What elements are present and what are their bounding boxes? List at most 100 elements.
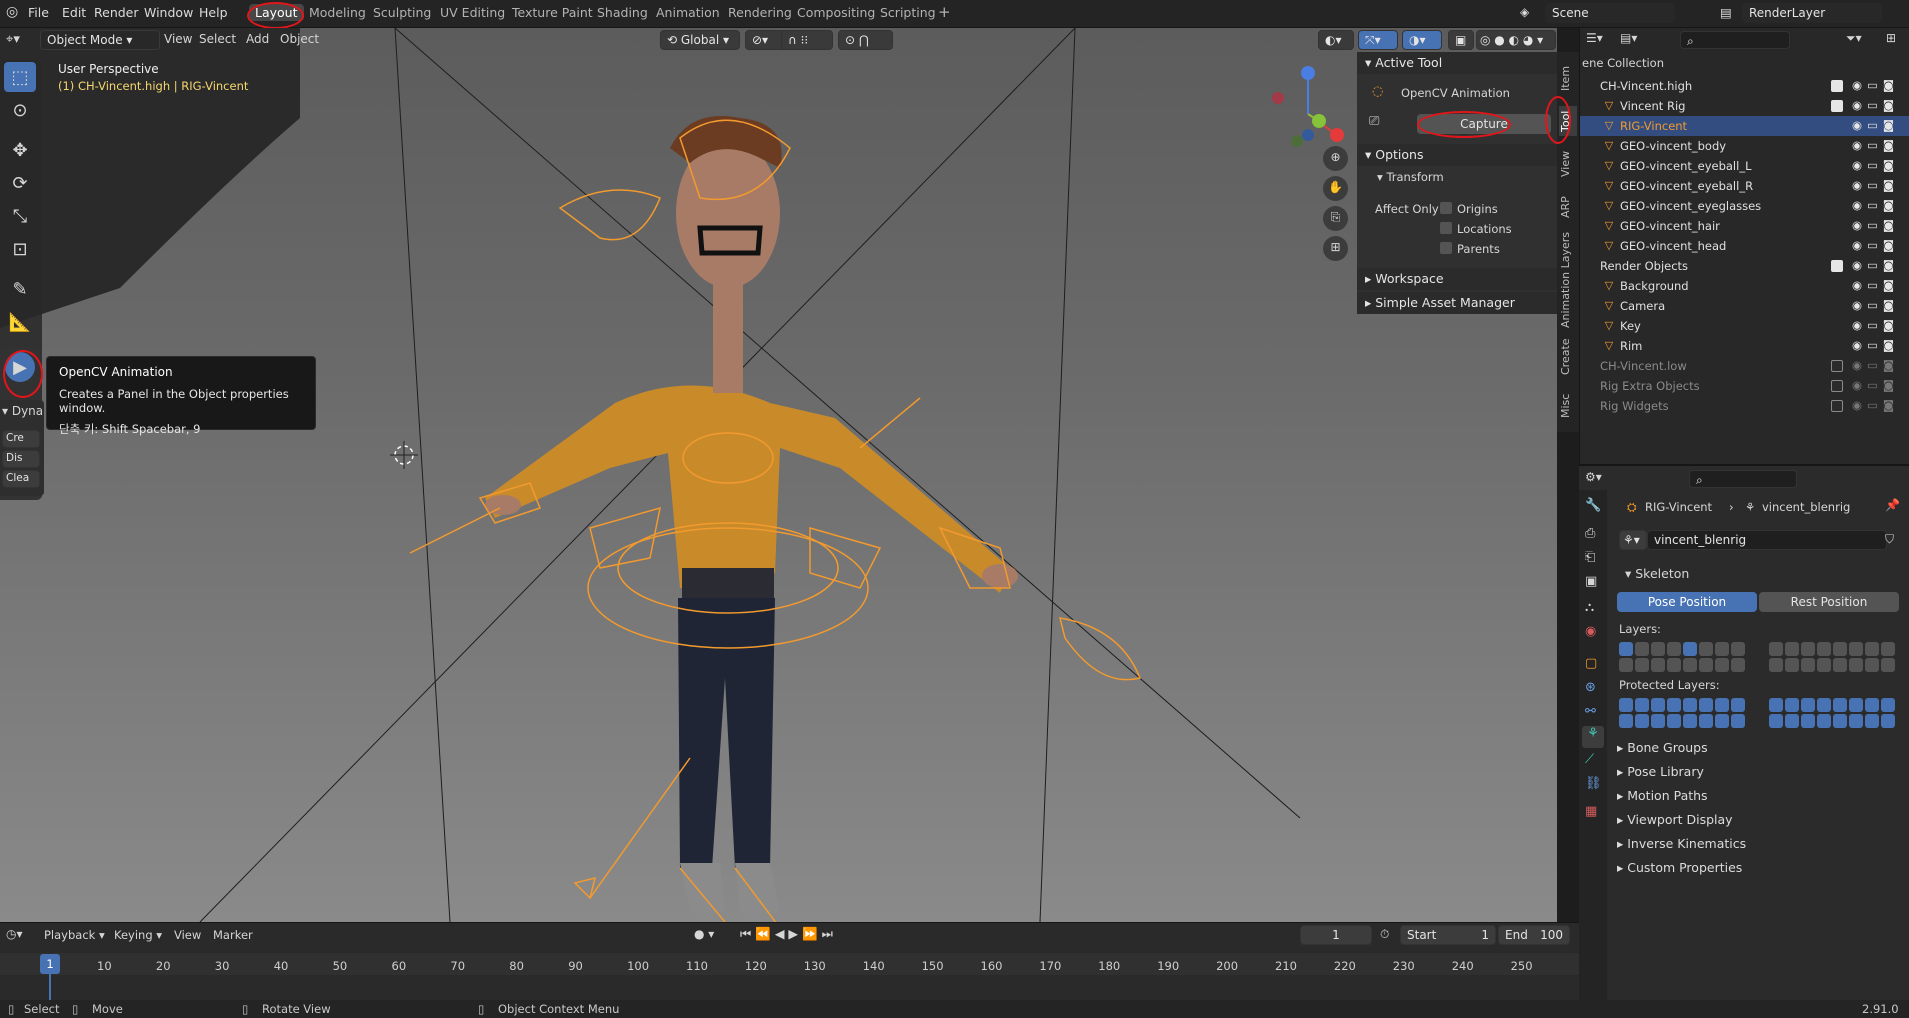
menu-object[interactable]: Object [280,32,319,46]
timeline-editor-icon[interactable]: ◷▾ [6,927,23,941]
visibility-toggles-icon[interactable]: ◉▭◙ [1852,258,1899,272]
visibility-toggles-icon[interactable]: ◉▭◙ [1852,138,1899,152]
tab-create[interactable]: Create [1559,336,1577,378]
protected-grid-right-row2[interactable] [1769,714,1897,728]
transform-header[interactable]: ▾ Transform [1377,170,1444,184]
shading-modes-icon[interactable]: ◎ ● ◐ ◕ ▾ [1476,30,1556,50]
playback-controls-icon[interactable]: ⏮⏪◀▶⏩⏭ [740,926,837,942]
inverse-kinematics-section[interactable]: ▸ Inverse Kinematics [1617,836,1746,851]
outliner-row[interactable]: Rig Widgets ◉▭◙ [1580,396,1909,416]
filter-icon[interactable]: ⏷▾ [1846,31,1862,46]
menu-window[interactable]: Window [144,5,193,20]
tab-modeling[interactable]: Modeling [309,5,366,20]
protected-grid-left[interactable] [1619,698,1747,712]
rest-position-button[interactable]: Rest Position [1759,592,1899,612]
outliner-row[interactable]: ▽ RIG-Vincent ◉▭◙ [1580,116,1909,136]
tab-scripting[interactable]: Scripting [880,5,936,20]
motion-paths-section[interactable]: ▸ Motion Paths [1617,788,1708,803]
select-box-icon[interactable]: ⬚ [4,62,36,92]
properties-search-input[interactable]: ⌕ [1689,470,1797,488]
visibility-toggles-icon[interactable]: ◉▭◙ [1852,318,1899,332]
tab-shading[interactable]: Shading [597,5,648,20]
scene-field[interactable]: Scene [1545,3,1675,23]
scale-tool-icon[interactable]: ⤡ [4,201,36,231]
navigation-gizmo[interactable] [1272,66,1344,147]
menu-add[interactable]: Add [246,32,269,46]
visibility-icon[interactable]: ◐▾ [1318,30,1354,50]
bone-constraints-icon[interactable]: ⛓ [1585,776,1602,791]
tab-animation-layers[interactable]: Animation Layers [1559,232,1577,328]
texture-props-icon[interactable]: ▦ [1585,804,1597,819]
display-mode-icon[interactable]: ▤▾ [1620,31,1637,45]
tab-animation[interactable]: Animation [656,5,720,20]
tab-sculpting[interactable]: Sculpting [373,5,431,20]
visibility-toggles-icon[interactable]: ◉▭◙ [1852,338,1899,352]
outliner-row[interactable]: ▽ Rim ◉▭◙ [1580,336,1909,356]
gizmo-toggle-icon[interactable]: ⤧▾ [1358,30,1398,50]
armature-data-props-icon[interactable]: ⚘ [1582,726,1604,748]
transform-tool-icon[interactable]: ⊡ [4,234,36,264]
pose-position-button[interactable]: Pose Position [1617,592,1757,612]
visibility-toggles-icon[interactable]: ◉▭◙ [1852,398,1899,412]
origins-checkbox[interactable] [1440,202,1452,214]
options-header[interactable]: ▾ Options [1357,144,1557,166]
tab-view[interactable]: View [1559,146,1577,182]
menu-file[interactable]: File [28,5,49,20]
scene-icon[interactable]: ◈ [1520,5,1529,19]
scene-props-icon[interactable]: ⛬ [1585,600,1594,615]
custom-properties-section[interactable]: ▸ Custom Properties [1617,860,1742,875]
render-props-icon[interactable]: ⎙ [1585,526,1595,541]
editor-type-icon[interactable]: ⌖▾ [6,32,20,47]
layer-grid-left-row2[interactable] [1619,658,1747,672]
view-layer-icon[interactable]: ▤ [1720,5,1732,20]
output-props-icon[interactable]: ⎗ [1585,550,1595,565]
menu-view[interactable]: View [164,32,192,46]
bone-props-icon[interactable]: ⟋ [1585,752,1594,767]
outliner-row[interactable]: CH-Vincent.high ◉▭◙ [1580,76,1909,96]
visibility-toggles-icon[interactable]: ◉▭◙ [1852,378,1899,392]
protected-grid-left-row2[interactable] [1619,714,1747,728]
outliner-row[interactable]: ▽ Background ◉▭◙ [1580,276,1909,296]
constraints-props-icon[interactable]: ⚯ [1585,704,1596,719]
timeline-view-menu[interactable]: View [174,928,201,942]
pin-icon[interactable]: 📌 [1885,498,1900,512]
new-collection-icon[interactable]: ⊞ [1886,31,1896,45]
tab-rendering[interactable]: Rendering [728,5,792,20]
outliner-row[interactable]: ▽ GEO-vincent_hair ◉▭◙ [1580,216,1909,236]
mode-dropdown[interactable]: Object Mode ▾ [40,30,160,50]
exclude-checkbox[interactable] [1831,380,1843,392]
record-icon[interactable]: ● ▾ [694,927,714,941]
menu-edit[interactable]: Edit [62,5,86,20]
visibility-toggles-icon[interactable]: ◉▭◙ [1852,218,1899,232]
xray-icon[interactable]: ▣ [1448,30,1474,50]
tool-props-icon[interactable]: 🔧 [1585,498,1601,513]
stopwatch-icon[interactable]: ⏱ [1380,927,1389,942]
tab-misc[interactable]: Misc [1559,388,1577,424]
tab-item[interactable]: Item [1559,60,1577,96]
outliner-row[interactable]: ▽ GEO-vincent_eyeglasses ◉▭◙ [1580,196,1909,216]
camera-view-icon[interactable]: ⎘ [1323,206,1348,231]
visibility-toggles-icon[interactable]: ◉▭◙ [1852,118,1899,132]
measure-tool-icon[interactable]: 📐 [4,307,36,337]
protected-grid-right[interactable] [1769,698,1897,712]
layer-grid-left[interactable] [1619,642,1747,656]
layer-grid-right-row2[interactable] [1769,658,1897,672]
outliner-row[interactable]: CH-Vincent.low ◉▭◙ [1580,356,1909,376]
pan-hand-icon[interactable]: ✋ [1323,176,1348,201]
exclude-checkbox[interactable] [1831,400,1843,412]
outliner-row[interactable]: Rig Extra Objects ◉▭◙ [1580,376,1909,396]
ortho-grid-icon[interactable]: ⊞ [1323,236,1348,261]
3d-viewport[interactable]: ⌖▾ Object Mode ▾ View Select Add Object … [0,28,1557,922]
snap-icon[interactable]: ∩ ⁝⁝ [781,30,833,50]
dyna-clear-button[interactable]: Clea [2,470,40,488]
parents-checkbox[interactable] [1440,242,1452,254]
fake-user-shield-icon[interactable]: ⛉ [1885,532,1894,547]
visibility-toggles-icon[interactable]: ◉▭◙ [1852,78,1899,92]
tab-texture-paint[interactable]: Texture Paint [512,5,593,20]
bone-groups-section[interactable]: ▸ Bone Groups [1617,740,1708,755]
outliner-row[interactable]: ▽ Key ◉▭◙ [1580,316,1909,336]
simple-asset-header[interactable]: ▸ Simple Asset Manager [1357,292,1557,314]
world-props-icon[interactable]: ◉ [1585,624,1596,639]
keying-menu[interactable]: Keying ▾ [114,928,162,942]
object-props-icon[interactable]: ▢ [1585,656,1597,671]
